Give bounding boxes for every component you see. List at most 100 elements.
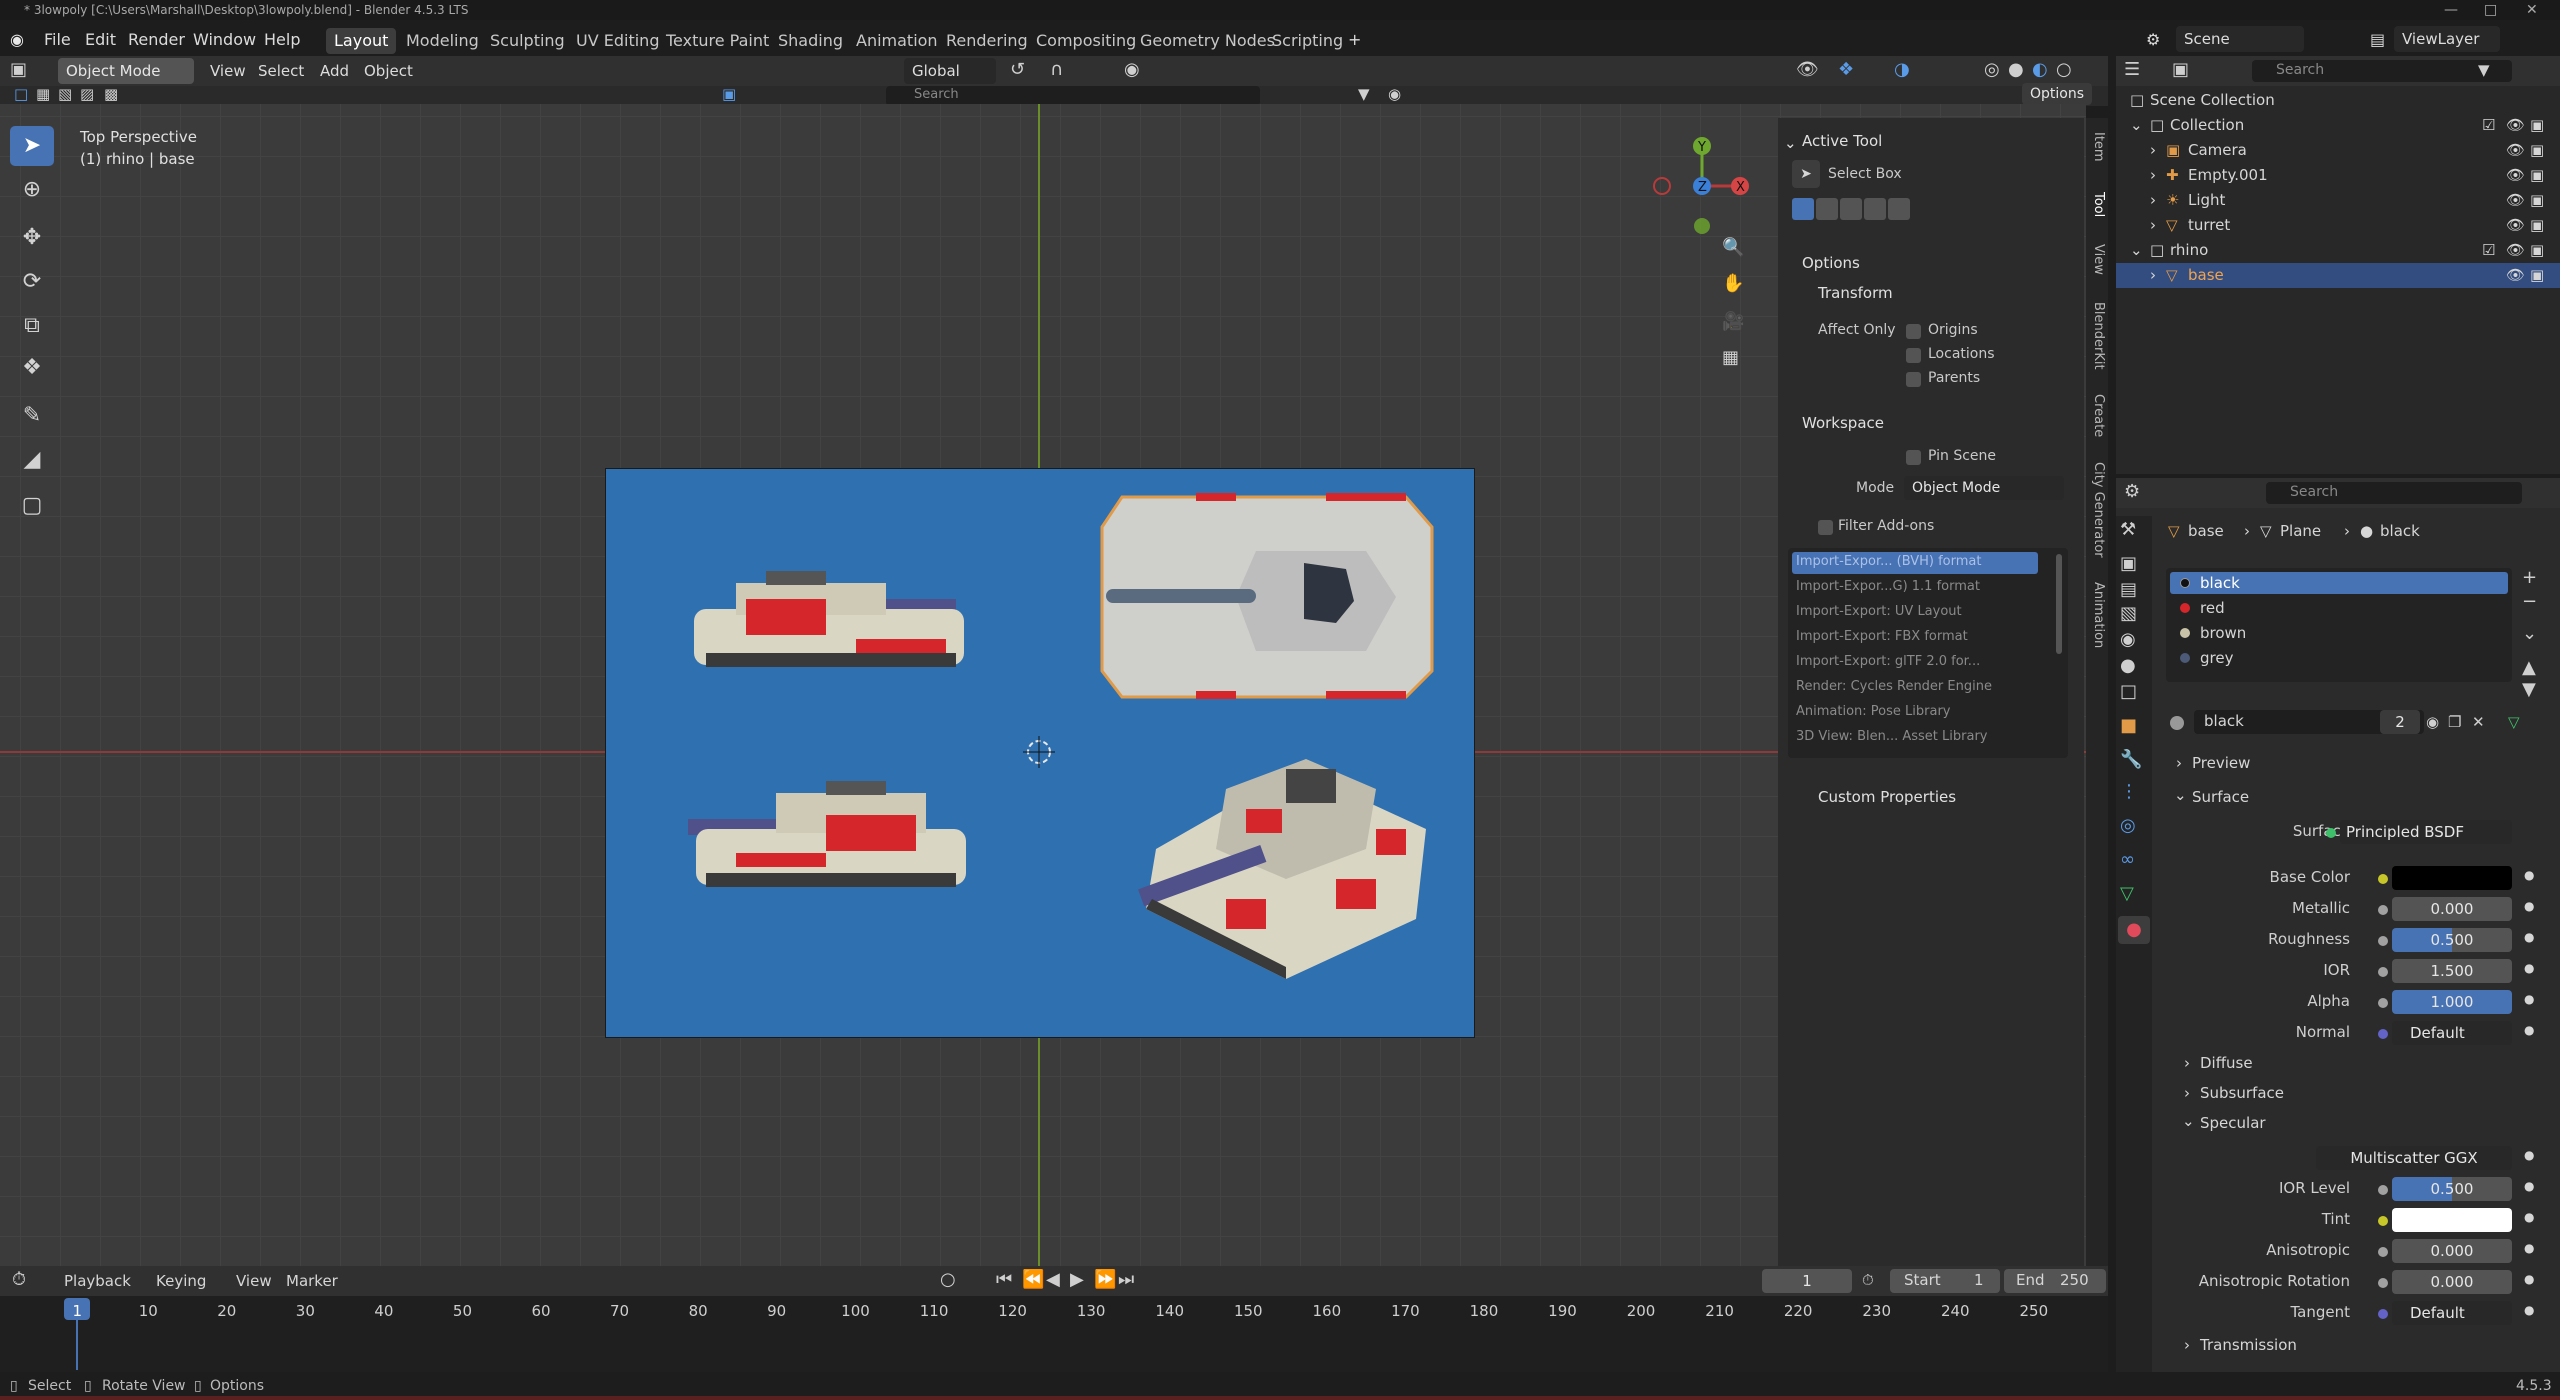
proportional-edit-icon[interactable]: ◉ (1124, 56, 1140, 84)
visibility-eye-icon[interactable]: 👁 (2506, 138, 2525, 163)
blender-logo-icon[interactable]: ◉ (10, 30, 24, 49)
outliner-filter-icon[interactable]: ▼ (2478, 56, 2490, 84)
fake-user-shield-icon[interactable]: ◉ (2426, 708, 2439, 736)
3d-cursor[interactable] (1023, 736, 1055, 768)
workspace-tab-uv-editing[interactable]: UV Editing (568, 28, 667, 54)
cursor-tool-icon[interactable]: ⊕ (10, 170, 54, 210)
rendered-shading-icon[interactable]: ○ (2056, 56, 2072, 84)
workspace-tab-compositing[interactable]: Compositing (1028, 28, 1144, 54)
transform-orientation-selector[interactable]: Global (904, 58, 996, 84)
current-frame-field[interactable]: 1 (1762, 1269, 1852, 1293)
keyframe-dot-icon[interactable]: ● (2524, 899, 2534, 913)
object-properties-icon[interactable]: ■ (2120, 712, 2137, 740)
measure-tool-icon[interactable]: ◢ (10, 440, 54, 480)
subsurface-section-header[interactable]: › (2184, 1084, 2190, 1102)
add-cube-tool-icon[interactable]: ▢ (10, 486, 54, 526)
jump-keyframe-forward-icon[interactable]: ⏩ (1094, 1266, 1116, 1294)
surface-shader-selector[interactable]: Principled BSDF (2340, 820, 2512, 844)
zoom-icon[interactable]: 🔍 (1722, 234, 1744, 262)
pivot-icon[interactable]: ↺ (1010, 56, 1025, 84)
slider-field[interactable]: 0.500 (2392, 1177, 2512, 1201)
select-box-tool-icon[interactable]: ➤ (10, 126, 54, 166)
3d-viewport[interactable]: Top Perspective (1) rhino | base ➤ ⊕ ✥ ⟳… (0, 104, 2086, 1266)
addon-item[interactable]: 3D View: Blen... Asset Library (1796, 729, 1987, 744)
material-users-count[interactable]: 2 (2380, 710, 2420, 734)
properties-editor-icon[interactable]: ⚙ (2124, 478, 2140, 506)
workspace-tab-modeling[interactable]: Modeling (398, 28, 487, 54)
navigation-gizmo[interactable]: Y X Z (1640, 128, 1760, 248)
expand-arrow-icon[interactable]: ⌄ (2130, 113, 2143, 138)
custom-properties-title[interactable]: Custom Properties (1818, 788, 1956, 806)
distribution-dropdown[interactable]: Multiscatter GGX (2316, 1146, 2512, 1170)
tab-item[interactable]: Item (2088, 132, 2106, 162)
color-swatch-field[interactable] (2392, 866, 2512, 890)
gizmo-toggle-icon[interactable]: ❖ (1838, 56, 1854, 84)
visibility-eye-icon[interactable]: 👁 (2506, 188, 2525, 213)
keying-menu[interactable]: Keying (156, 1272, 206, 1290)
properties-search-field[interactable]: Search (2266, 482, 2522, 504)
surface-section-header[interactable]: ⌄ (2174, 786, 2187, 804)
visibility-eye-icon[interactable]: 👁 (2506, 163, 2525, 188)
tab-blenderkit[interactable]: BlenderKit (2088, 302, 2106, 370)
tab-animation[interactable]: Animation (2088, 582, 2106, 648)
link-field[interactable]: Default (2392, 1301, 2512, 1325)
render-camera-icon[interactable]: ▣ (2530, 213, 2544, 238)
tool-properties-icon[interactable]: ⚒ (2120, 516, 2136, 544)
visibility-icon[interactable]: 👁 (1796, 56, 1819, 84)
workspace-tab-rendering[interactable]: Rendering (938, 28, 1036, 54)
pin-scene-checkbox[interactable] (1906, 450, 1921, 465)
tool-mode-new-icon[interactable] (1792, 198, 1814, 220)
tool-mode-invert-icon[interactable] (1864, 198, 1886, 220)
auto-keying-icon[interactable]: ○ (940, 1266, 956, 1294)
asset-search-field[interactable]: Search (886, 86, 1260, 106)
jump-start-icon[interactable]: ⏮ (996, 1266, 1012, 1294)
menu-edit[interactable]: Edit (85, 30, 116, 49)
slider-field[interactable]: 1.000 (2392, 990, 2512, 1014)
addon-item[interactable]: Import-Export: glTF 2.0 for... (1796, 654, 1980, 669)
scene-properties-icon[interactable]: ◉ (2120, 626, 2136, 654)
play-reverse-icon[interactable]: ◀ (1046, 1266, 1060, 1294)
menu-render[interactable]: Render (128, 30, 185, 49)
material-shading-icon[interactable]: ◐ (2032, 56, 2048, 84)
preview-range-clock-icon[interactable]: ⏱ (1862, 1266, 1874, 1294)
start-frame-field[interactable]: Start 1 (1890, 1269, 2000, 1293)
outliner-row-rhino[interactable]: ⌄ □ rhino ☑ 👁 ▣ (2116, 238, 2560, 263)
outliner-row-camera[interactable]: › ▣ Camera 👁 ▣ (2116, 138, 2560, 163)
tab-create[interactable]: Create (2088, 394, 2106, 437)
addon-item[interactable]: Import-Export: UV Layout (1796, 604, 1962, 619)
surface-section-title[interactable]: Surface (2192, 788, 2249, 806)
keyframe-dot-icon[interactable]: ● (2524, 1179, 2534, 1193)
outliner-row-turret[interactable]: › ▽ turret 👁 ▣ (2116, 213, 2560, 238)
material-properties-icon[interactable]: ● (2118, 916, 2150, 944)
workspace-panel-title[interactable]: Workspace (1802, 414, 1884, 432)
transmission-section-header[interactable]: › (2184, 1336, 2190, 1354)
menu-help[interactable]: Help (264, 30, 300, 49)
unlink-material-icon[interactable]: ✕ (2472, 708, 2485, 736)
remove-slot-icon[interactable]: − (2522, 588, 2537, 616)
addon-item[interactable]: Render: Cycles Render Engine (1796, 679, 1992, 694)
slider-field[interactable]: 0.000 (2392, 897, 2512, 921)
mode-selector[interactable]: Object Mode (58, 58, 194, 84)
wireframe-shading-icon[interactable]: ◎ (1984, 56, 2000, 84)
expand-arrow-icon[interactable]: › (2150, 163, 2156, 188)
slider-field[interactable]: 0.500 (2392, 928, 2512, 952)
workspace-tab-shading[interactable]: Shading (770, 28, 851, 54)
solid-shading-icon[interactable]: ● (2008, 56, 2024, 84)
jump-keyframe-back-icon[interactable]: ⏪ (1022, 1266, 1044, 1294)
locations-checkbox[interactable] (1906, 348, 1921, 363)
origins-checkbox[interactable] (1906, 324, 1921, 339)
render-properties-icon[interactable]: ▣ (2120, 550, 2137, 578)
overlay-toggle-icon[interactable]: ◑ (1894, 56, 1910, 84)
render-camera-icon[interactable]: ▣ (2530, 113, 2544, 138)
visibility-eye-icon[interactable]: 👁 (2506, 238, 2525, 263)
transform-tool-icon[interactable]: ❖ (10, 348, 54, 388)
subsurface-section-title[interactable]: Subsurface (2200, 1084, 2284, 1102)
outliner-search-field[interactable]: Search (2252, 60, 2512, 82)
move-tool-icon[interactable]: ✥ (10, 218, 54, 258)
addon-list-scrollbar[interactable] (2056, 554, 2062, 654)
expand-arrow-icon[interactable]: › (2150, 138, 2156, 163)
keyframe-dot-icon[interactable]: ● (2524, 1148, 2534, 1162)
scale-tool-icon[interactable]: ⧉ (10, 306, 54, 346)
addon-item[interactable]: Animation: Pose Library (1796, 704, 1950, 719)
menu-file[interactable]: File (44, 30, 71, 49)
